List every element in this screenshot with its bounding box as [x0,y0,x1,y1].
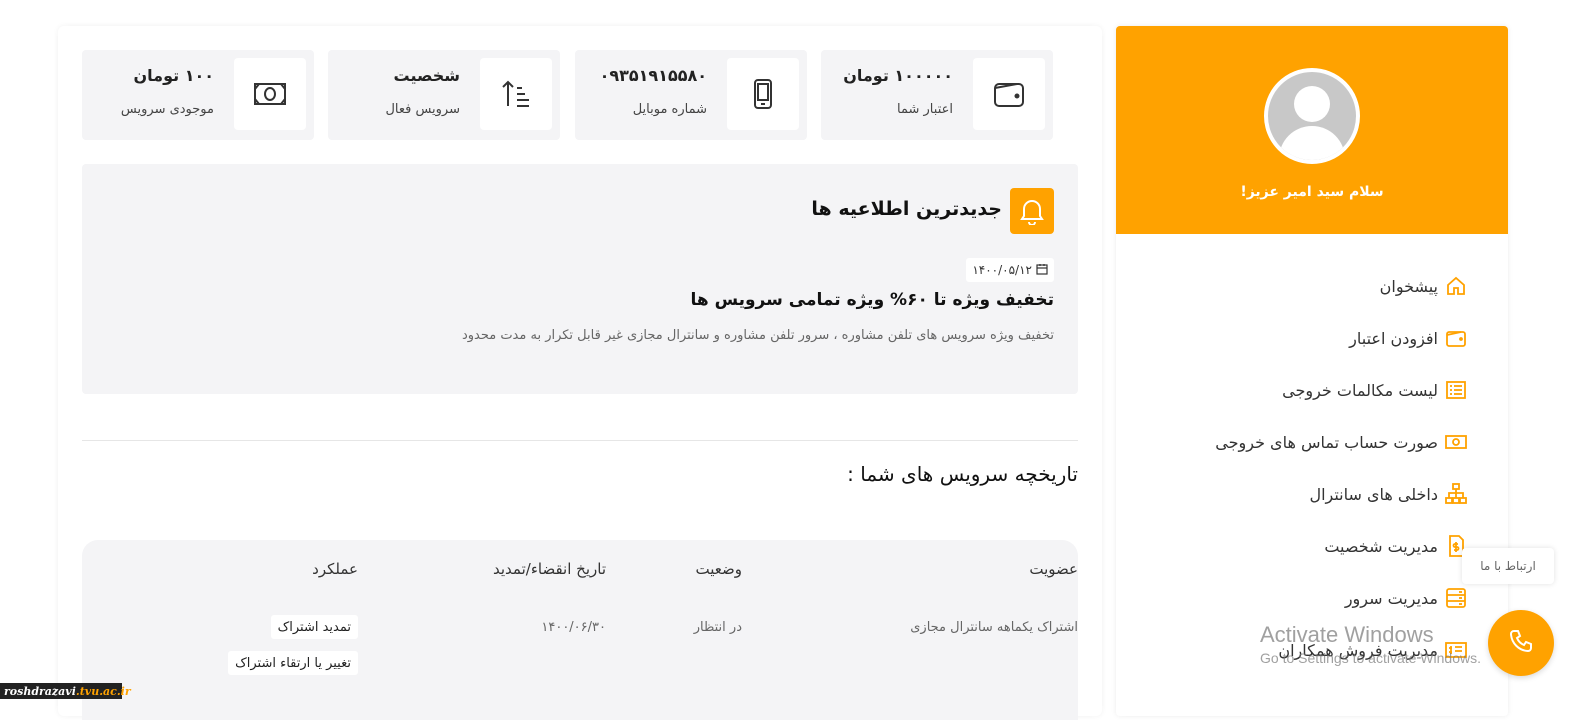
sidebar-item-label: مدیریت شخصیت [1324,536,1438,556]
stat-value: ۰۹۳۵۱۹۱۵۵۸۰ [599,66,707,85]
money-icon [1444,430,1468,454]
sidebar-menu: پیشخوان افزودن اعتبار لیست مکالمات خروجی… [1116,234,1508,676]
stat-label: موجودی سرویس [120,102,214,117]
bell-icon [1010,188,1054,234]
announcement-date: ۱۴۰۰/۰۵/۱۲ [966,258,1054,282]
wallet-icon [973,58,1045,130]
site-tag-name: roshdrazavi [4,684,76,698]
stat-label: اعتبار شما [897,102,953,117]
sidebar-item-label: افزودن اعتبار [1349,328,1438,348]
history-title: تاریخچه سرویس های شما : [847,462,1078,486]
contact-tooltip: ارتباط با ما [1462,548,1554,584]
stat-value: شخصیت [393,66,461,85]
sidebar-item-outgoing-calls[interactable]: لیست مکالمات خروجی [1116,364,1508,416]
watermark-title: Activate Windows [1260,622,1434,647]
column-header-expiry: تاریخ انقضاء/تمدید [493,560,606,578]
section-divider [82,440,1078,441]
mobile-icon [727,58,799,130]
sidebar-item-label: صورت حساب تماس های خروجی [1215,432,1438,452]
sidebar-item-persona-management[interactable]: مدیریت شخصیت [1116,520,1508,572]
cell-expiry: ۱۴۰۰/۰۶/۳۰ [541,620,606,635]
sitemap-icon [1444,482,1468,506]
stat-card-mobile: ۰۹۳۵۱۹۱۵۵۸۰ شماره موبایل [575,50,807,140]
dashboard-main: ۱۰۰۰۰۰ تومان اعتبار شما ۰۹۳۵۱۹۱۵۵۸۰ شمار… [58,26,1102,720]
announcement-headline: تخفیف ویژه تا ۶۰% ویژه تمامی سرویس ها [690,290,1054,310]
stat-value: ۱۰۰ تومان [133,66,214,85]
stat-label: سرویس فعال [385,102,460,117]
list-icon [1444,378,1468,402]
watermark-subtitle: Go to Settings to activate Windows. [1260,650,1481,666]
sidebar-item-label: داخلی های سانترال [1309,484,1438,504]
column-header-actions: عملکرد [312,560,358,578]
site-tag: roshdrazavi .tvu.ac.ir [0,683,131,699]
sidebar-item-pbx-extensions[interactable]: داخلی های سانترال [1116,468,1508,520]
sidebar-item-label: پیشخوان [1379,276,1438,296]
cell-status: در انتظار [693,620,742,635]
server-icon [1444,586,1468,610]
phone-icon [1508,628,1534,658]
announcements-title: جدیدترین اطلاعیه ها [811,198,1002,220]
sidebar-item-label: لیست مکالمات خروجی [1282,380,1438,400]
announcement-date-text: ۱۴۰۰/۰۵/۱۲ [972,263,1032,277]
stat-card-credit: ۱۰۰۰۰۰ تومان اعتبار شما [821,50,1053,140]
announcement-body: تخفیف ویژه سرویس های تلفن مشاوره ، سرور … [461,328,1054,343]
sidebar-item-add-credit[interactable]: افزودن اعتبار [1116,312,1508,364]
column-header-membership: عضویت [1029,560,1078,578]
sidebar-item-call-billing[interactable]: صورت حساب تماس های خروجی [1116,416,1508,468]
sidebar: سلام سید امیر عزیز! پیشخوان افزودن اعتبا… [1116,26,1508,716]
contact-us-button[interactable] [1488,610,1554,676]
avatar [1264,68,1360,164]
profile-header: سلام سید امیر عزیز! [1116,26,1508,234]
sidebar-item-server-management[interactable]: مدیریت سرور [1116,572,1508,624]
money-icon [234,58,306,130]
announcements-panel: جدیدترین اطلاعیه ها ۱۴۰۰/۰۵/۱۲ تخفیف ویژ… [82,164,1078,394]
stat-card-service-balance: ۱۰۰ تومان موجودی سرویس [82,50,314,140]
stat-label: شماره موبایل [632,102,707,117]
renew-subscription-button[interactable]: تمدید اشتراک [270,615,358,639]
wallet-icon [1444,326,1468,350]
column-header-status: وضعیت [695,560,742,578]
home-icon [1444,274,1468,298]
stat-card-active-service: شخصیت سرویس فعال [328,50,560,140]
sidebar-item-dashboard[interactable]: پیشخوان [1116,260,1508,312]
activate-windows-watermark: Activate Windows Go to Settings to activ… [1260,622,1481,666]
stat-value: ۱۰۰۰۰۰ تومان [843,66,953,85]
upgrade-subscription-button[interactable]: تغییر یا ارتقاء اشتراک [228,651,358,675]
calendar-icon [1036,263,1048,278]
sidebar-item-label: مدیریت سرور [1344,588,1438,608]
history-table: عضویت وضعیت تاریخ انقضاء/تمدید عملکرد اش… [82,540,1078,720]
cell-membership: اشتراک یکماهه سانترال مجازی [910,620,1078,635]
sort-ascending-icon [480,58,552,130]
site-tag-domain: .tvu.ac.ir [75,684,131,698]
greeting-text: سلام سید امیر عزیز! [1240,184,1384,200]
